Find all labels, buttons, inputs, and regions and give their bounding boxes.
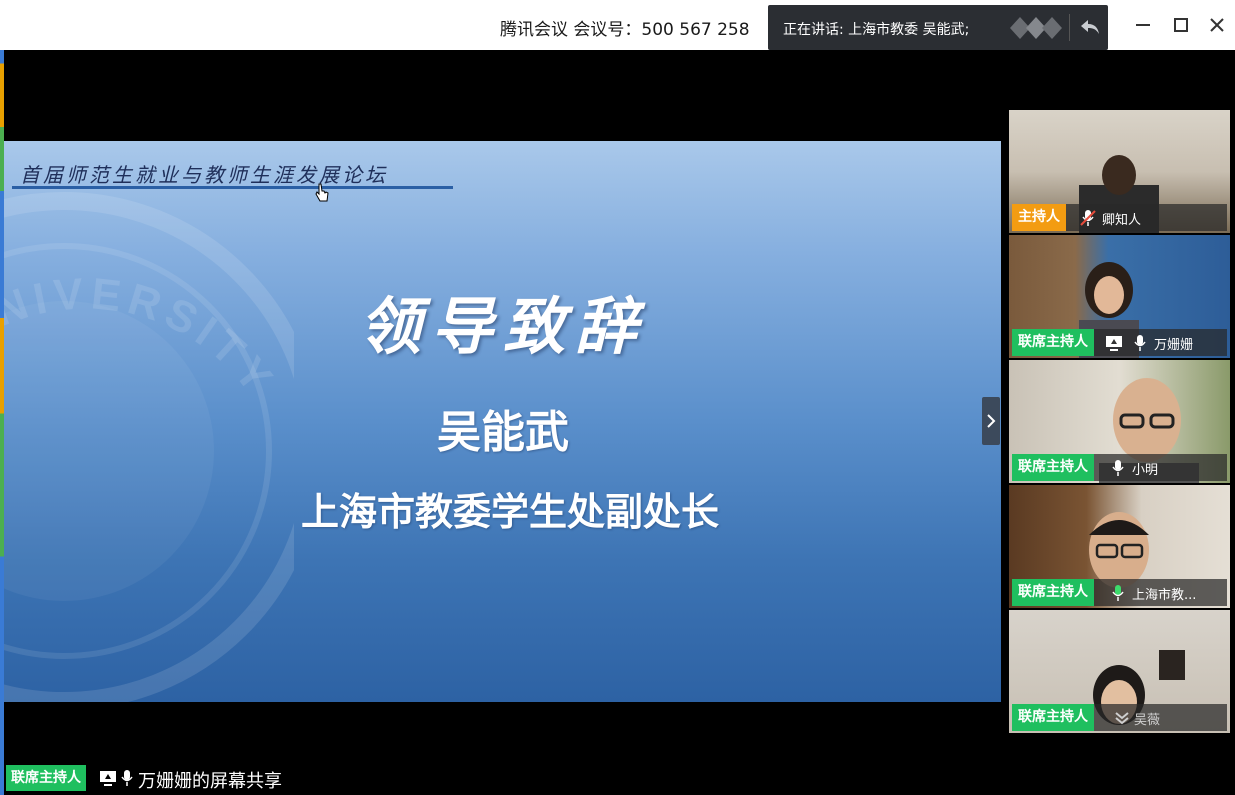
screen-share-mic-icon: [100, 770, 133, 786]
window-titlebar: 腾讯会议 会议号：500 567 258 正在讲话: 上海市教委 吴能武;: [0, 0, 1235, 50]
mic-icon: [1112, 460, 1124, 476]
divider: [1069, 14, 1070, 41]
cohost-badge: 联席主持人: [6, 765, 86, 791]
participant-name: 上海市教...: [1132, 588, 1197, 603]
cohost-badge: 联席主持人: [1012, 579, 1094, 606]
header-underline: [12, 186, 453, 189]
mic-muted-icon: [1080, 210, 1096, 226]
participant-name: 万姗姗: [1154, 338, 1194, 353]
hand-cursor-icon: [315, 183, 329, 202]
minimize-icon[interactable]: [1130, 12, 1156, 38]
speaking-text: 正在讲话: 上海市教委 吴能武;: [783, 22, 970, 38]
reply-arrow-icon[interactable]: [1078, 15, 1102, 39]
participant-label: 联席主持人 上海市教...: [1012, 579, 1227, 606]
shared-screen-slide: MAL UNIVERSITY 首届师范生就业与教师生涯发展论坛 领导致辞 吴能武…: [4, 141, 1001, 702]
university-seal-watermark: MAL UNIVERSITY: [4, 192, 294, 702]
participant-tile[interactable]: 主持人 卿知人: [1009, 110, 1230, 233]
slide-header: 首届师范生就业与教师生涯发展论坛: [20, 163, 388, 187]
mic-speaking-icon: [1112, 585, 1124, 601]
maximize-icon[interactable]: [1168, 12, 1194, 38]
screen-share-icon: [1106, 336, 1122, 351]
participant-label: 主持人 卿知人: [1012, 204, 1227, 231]
chevron-right-icon[interactable]: [982, 397, 1000, 445]
participant-label: 联席主持人 万姗姗: [1012, 329, 1227, 356]
speaking-indicator[interactable]: 正在讲话: 上海市教委 吴能武;: [768, 5, 1108, 50]
participant-tile[interactable]: 联席主持人 吴薇: [1009, 610, 1230, 733]
slide-title: 领导致辞: [359, 290, 648, 363]
speaker-name: 吴能武: [437, 407, 569, 458]
share-status-text: 万姗姗的屏幕共享: [138, 771, 282, 792]
participant-label: 联席主持人 吴薇: [1012, 704, 1227, 731]
cohost-badge: 联席主持人: [1012, 454, 1094, 481]
speaker-avatars-icon: [1010, 17, 1062, 39]
host-badge: 主持人: [1012, 204, 1066, 231]
close-icon[interactable]: [1204, 12, 1230, 38]
participant-tile[interactable]: 联席主持人 小明: [1009, 360, 1230, 483]
mic-icon: [1134, 335, 1146, 351]
participant-label: 联席主持人 小明: [1012, 454, 1227, 481]
participant-tile[interactable]: 联席主持人 万姗姗: [1009, 235, 1230, 358]
meeting-title: 腾讯会议 会议号：500 567 258: [500, 20, 750, 40]
screen-share-status: 联席主持人 万姗姗的屏幕共享: [4, 765, 304, 793]
participant-name: 卿知人: [1102, 213, 1142, 228]
participant-name: 小明: [1132, 463, 1159, 478]
speaker-role: 上海市教委学生处副处长: [301, 489, 720, 534]
participant-list: 主持人 卿知人 联席主持人 万姗姗 联席主持人 小明 联席主持人 上海市教...…: [1009, 110, 1230, 735]
participant-tile[interactable]: 联席主持人 上海市教...: [1009, 485, 1230, 608]
cohost-badge: 联席主持人: [1012, 329, 1094, 356]
cohost-badge: 联席主持人: [1012, 704, 1094, 731]
participant-name: 吴薇: [1134, 713, 1161, 728]
chevron-down-icon[interactable]: [1112, 708, 1132, 728]
